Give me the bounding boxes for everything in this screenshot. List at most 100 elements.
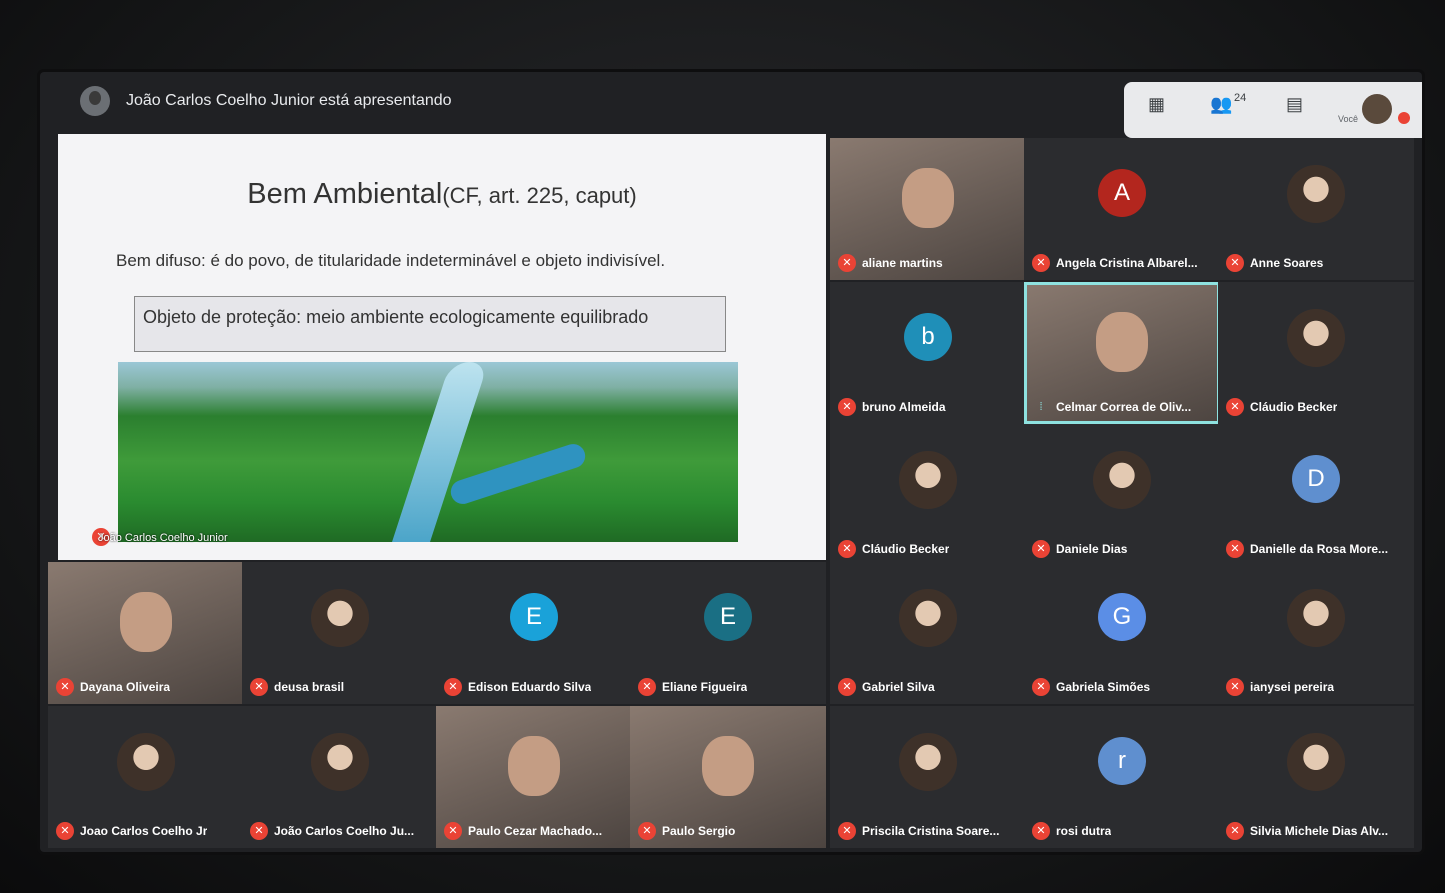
participant-name: Paulo Sergio — [662, 824, 736, 838]
participant-tile[interactable]: r ✕ rosi dutra — [1024, 706, 1220, 848]
self-mic-muted-icon — [1398, 112, 1410, 124]
mic-muted-icon: ✕ — [838, 398, 856, 416]
participant-name: deusa brasil — [274, 680, 345, 694]
participant-tile[interactable]: ✕ Dayana Oliveira — [48, 562, 244, 704]
participant-name: Paulo Cezar Machado... — [468, 824, 603, 838]
participant-tile[interactable]: ✕ Gabriel Silva — [830, 562, 1026, 704]
slide-presenter-caption: João Carlos Coelho Junior — [98, 532, 228, 544]
participant-name: Eliane Figueira — [662, 680, 748, 694]
mic-muted-icon: ✕ — [638, 678, 656, 696]
participant-name: Edison Eduardo Silva — [468, 680, 592, 694]
participant-name: Cláudio Becker — [862, 542, 950, 556]
mic-muted-icon: ✕ — [1226, 822, 1244, 840]
participant-name: Gabriela Simões — [1056, 680, 1151, 694]
river-bend-shape — [447, 440, 589, 508]
mic-muted-icon: ✕ — [838, 822, 856, 840]
participant-avatar — [1093, 451, 1151, 509]
participant-name: Dayana Oliveira — [80, 680, 171, 694]
participant-name: Silvia Michele Dias Alv... — [1250, 824, 1389, 838]
mic-muted-icon: ✕ — [56, 678, 74, 696]
participant-avatar: G — [1098, 593, 1146, 641]
mic-muted-icon: ✕ — [250, 678, 268, 696]
participant-tile[interactable]: ✕ Paulo Cezar Machado... — [436, 706, 632, 848]
participant-avatar: D — [1292, 455, 1340, 503]
top-bar: João Carlos Coelho Junior está apresenta… — [40, 72, 1422, 138]
participant-tile[interactable]: ⁞ Celmar Correa de Oliv... — [1024, 282, 1220, 424]
self-label: Você — [1338, 114, 1359, 124]
participant-name: Anne Soares — [1250, 256, 1324, 270]
participant-tile[interactable]: ✕ Priscila Cristina Soare... — [830, 706, 1026, 848]
participant-tile[interactable]: ✕ deusa brasil — [242, 562, 438, 704]
people-icon[interactable]: 👥 — [1210, 94, 1232, 115]
participant-name: Cláudio Becker — [1250, 400, 1338, 414]
slide-highlight-box: Objeto de proteção: meio ambiente ecolog… — [134, 296, 726, 352]
participant-avatar: E — [510, 593, 558, 641]
participant-tile[interactable]: ✕ Silvia Michele Dias Alv... — [1218, 706, 1414, 848]
participant-avatar — [117, 733, 175, 791]
participant-name: Joao Carlos Coelho Jr — [80, 824, 208, 838]
participant-avatar — [899, 733, 957, 791]
mic-muted-icon: ✕ — [1226, 398, 1244, 416]
participant-name: Priscila Cristina Soare... — [862, 824, 1000, 838]
mic-muted-icon: ✕ — [1226, 540, 1244, 558]
grid-layout-icon[interactable]: ▦ — [1148, 94, 1165, 115]
participant-video — [508, 736, 560, 796]
rainforest-river-image — [118, 362, 738, 542]
presentation-slide: Bem Ambiental(CF, art. 225, caput) Bem d… — [58, 134, 826, 560]
mic-muted-icon: ✕ — [1032, 540, 1050, 558]
slide-text: Bem difuso: é do povo, de titularidade i… — [116, 251, 666, 270]
participant-tile[interactable]: D ✕ Danielle da Rosa More... — [1218, 424, 1414, 566]
slide-title: Bem Ambiental(CF, art. 225, caput) — [58, 178, 826, 211]
participant-name: aliane martins — [862, 256, 943, 270]
participant-tile[interactable]: G ✕ Gabriela Simões — [1024, 562, 1220, 704]
mic-muted-icon: ✕ — [250, 822, 268, 840]
participant-video — [902, 168, 954, 228]
participant-avatar — [899, 451, 957, 509]
self-avatar[interactable] — [1362, 94, 1392, 124]
participant-video — [1096, 312, 1148, 372]
participant-avatar — [311, 589, 369, 647]
participant-tile[interactable]: ✕ Cláudio Becker — [830, 424, 1026, 566]
call-controls: ▦ 👥 24 ▤ Você — [1124, 82, 1422, 138]
mic-muted-icon: ✕ — [444, 822, 462, 840]
participant-avatar: b — [904, 313, 952, 361]
participant-avatar: r — [1098, 737, 1146, 785]
participant-name: rosi dutra — [1056, 824, 1112, 838]
participant-name: ianysei pereira — [1250, 680, 1335, 694]
slide-title-sub: (CF, art. 225, caput) — [442, 183, 637, 208]
participant-tile[interactable]: ✕ Joao Carlos Coelho Jr — [48, 706, 244, 848]
mic-muted-icon: ✕ — [1032, 254, 1050, 272]
participant-avatar — [1287, 165, 1345, 223]
participant-count: 24 — [1234, 92, 1247, 104]
participant-tile[interactable]: ✕ Anne Soares — [1218, 138, 1414, 280]
participant-avatar — [899, 589, 957, 647]
slide-title-main: Bem Ambiental — [247, 178, 443, 210]
speaking-icon: ⁞ — [1039, 401, 1043, 413]
participant-tile[interactable]: b ✕ bruno Almeida — [830, 282, 1026, 424]
chat-icon[interactable]: ▤ — [1286, 94, 1303, 115]
participant-name: Celmar Correa de Oliv... — [1056, 400, 1192, 414]
participant-tile[interactable]: ✕ Daniele Dias — [1024, 424, 1220, 566]
participant-tile[interactable]: ✕ ianysei pereira — [1218, 562, 1414, 704]
participant-tile[interactable]: ✕ aliane martins — [830, 138, 1026, 280]
mic-muted-icon: ✕ — [1032, 678, 1050, 696]
participant-avatar: A — [1098, 169, 1146, 217]
mic-muted-icon: ✕ — [1226, 678, 1244, 696]
participant-video — [120, 592, 172, 652]
participant-avatar — [1287, 589, 1345, 647]
participant-tile[interactable]: E ✕ Eliane Figueira — [630, 562, 826, 704]
participant-tile[interactable]: ✕ João Carlos Coelho Ju... — [242, 706, 438, 848]
participant-video — [702, 736, 754, 796]
participant-avatar — [311, 733, 369, 791]
participant-tile[interactable]: ✕ Paulo Sergio — [630, 706, 826, 848]
participant-avatar: E — [704, 593, 752, 641]
presenter-avatar — [80, 86, 110, 116]
meet-window: João Carlos Coelho Junior está apresenta… — [40, 72, 1422, 852]
participant-name: Gabriel Silva — [862, 680, 935, 694]
participant-tile[interactable]: A ✕ Angela Cristina Albarel... — [1024, 138, 1220, 280]
mic-muted-icon: ✕ — [838, 678, 856, 696]
participant-tile[interactable]: ✕ Cláudio Becker — [1218, 282, 1414, 424]
participant-tile[interactable]: E ✕ Edison Eduardo Silva — [436, 562, 632, 704]
participant-name: Danielle da Rosa More... — [1250, 542, 1389, 556]
mic-muted-icon: ✕ — [1226, 254, 1244, 272]
